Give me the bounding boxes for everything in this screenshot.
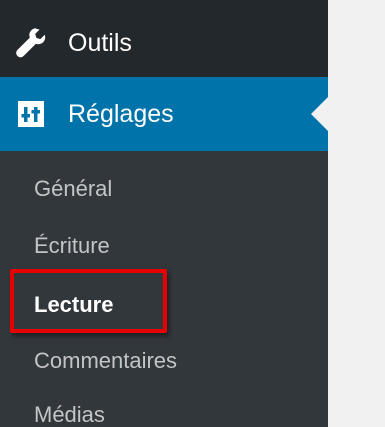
submenu-item-medias[interactable]: Médias: [34, 397, 105, 427]
submenu-item-ecriture[interactable]: Écriture: [34, 228, 110, 264]
settings-sliders-icon: [13, 96, 49, 132]
menu-label-reglages: Réglages: [68, 99, 174, 128]
reglages-submenu: Général Écriture Lecture Commentaires Mé…: [0, 151, 328, 427]
submenu-item-general[interactable]: Général: [34, 171, 112, 207]
menu-item-outils[interactable]: Outils: [0, 10, 328, 76]
admin-sidebar: Outils Réglages Général Écriture Lecture…: [0, 0, 328, 427]
submenu-item-lecture[interactable]: Lecture: [34, 287, 113, 323]
admin-screen: Outils Réglages Général Écriture Lecture…: [0, 0, 385, 427]
submenu-item-commentaires[interactable]: Commentaires: [34, 343, 177, 379]
menu-label-outils: Outils: [68, 28, 132, 57]
current-menu-arrow: [311, 97, 328, 131]
menu-item-reglages[interactable]: Réglages: [0, 77, 328, 151]
wrench-icon: [13, 25, 49, 61]
